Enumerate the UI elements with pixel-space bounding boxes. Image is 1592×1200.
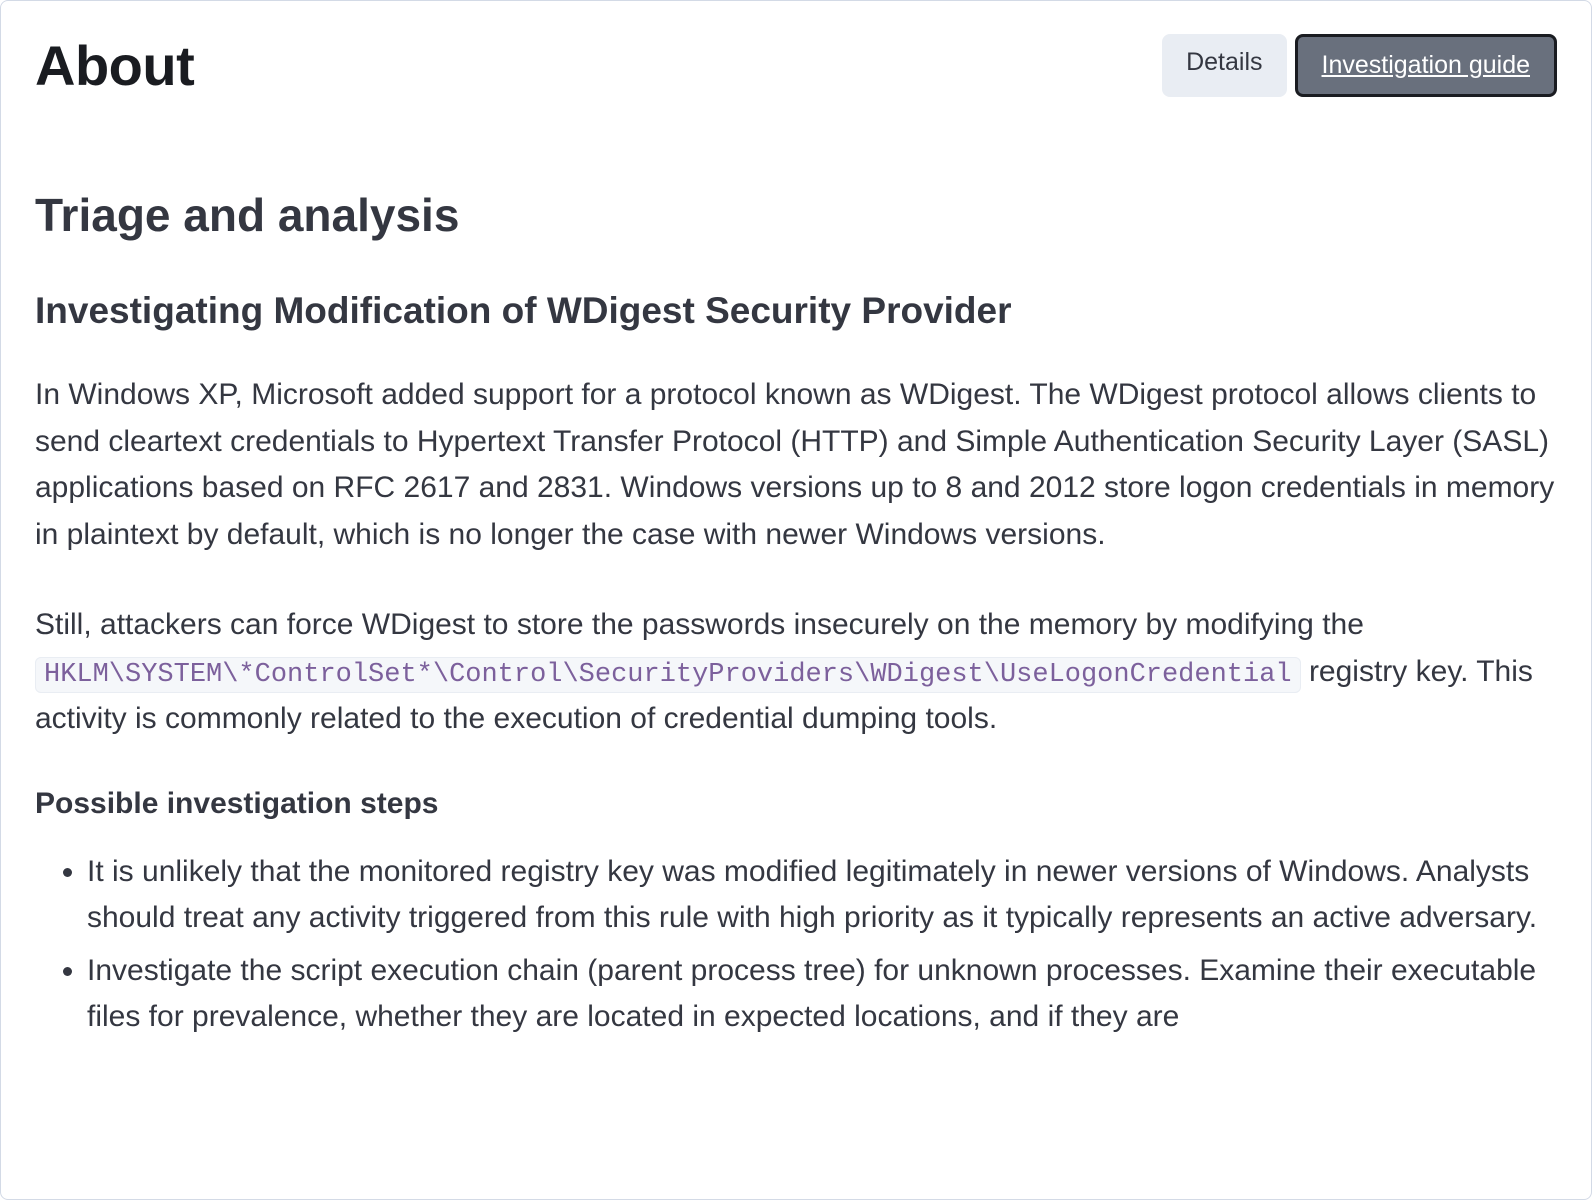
tab-details[interactable]: Details [1162,34,1286,97]
paragraph-1: In Windows XP, Microsoft added support f… [35,372,1557,558]
page-container: About Details Investigation guide Triage… [1,1,1591,1079]
steps-title: Possible investigation steps [35,787,1557,821]
tab-group: Details Investigation guide [1162,34,1557,97]
paragraph-2: Still, attackers can force WDigest to st… [35,602,1557,743]
section-title: Triage and analysis [35,188,1557,242]
registry-key-code: HKLM\SYSTEM\*ControlSet*\Control\Securit… [35,657,1301,693]
subsection-title: Investigating Modification of WDigest Se… [35,290,1557,332]
list-item: It is unlikely that the monitored regist… [87,849,1557,942]
investigation-steps-list: It is unlikely that the monitored regist… [35,849,1557,1041]
page-title: About [35,33,194,98]
header-row: About Details Investigation guide [35,33,1557,98]
paragraph-2-pre: Still, attackers can force WDigest to st… [35,608,1364,641]
list-item: Investigate the script execution chain (… [87,948,1557,1041]
tab-investigation-guide[interactable]: Investigation guide [1295,34,1557,97]
